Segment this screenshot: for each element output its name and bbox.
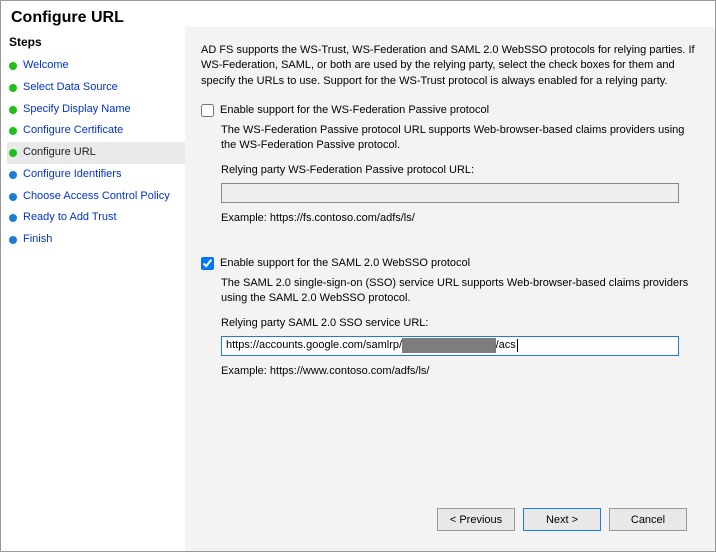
next-button[interactable]: Next > xyxy=(523,508,601,531)
dialog-body: Steps Welcome Select Data Source Specify D… xyxy=(1,27,715,551)
wsfed-checkbox-row: Enable support for the WS-Federation Pas… xyxy=(201,103,701,118)
saml-url-suffix: /acs xyxy=(496,338,516,353)
step-item[interactable]: Choose Access Control Policy xyxy=(7,186,185,208)
step-label: Finish xyxy=(23,233,52,247)
wsfed-field-label: Relying party WS-Federation Passive prot… xyxy=(221,163,701,178)
step-item[interactable]: Configure Identifiers xyxy=(7,164,185,186)
saml-url-input[interactable]: https://accounts.google.com/samlrp/█████… xyxy=(221,336,679,356)
content-panel: AD FS supports the WS-Trust, WS-Federati… xyxy=(185,27,715,551)
step-bullet-icon xyxy=(9,236,17,244)
step-bullet-icon xyxy=(9,62,17,70)
cancel-button[interactable]: Cancel xyxy=(609,508,687,531)
page-title: Configure URL xyxy=(1,1,715,27)
wsfed-checkbox-label[interactable]: Enable support for the WS-Federation Pas… xyxy=(220,103,489,118)
wsfed-description: The WS-Federation Passive protocol URL s… xyxy=(221,123,701,154)
sidebar-title: Steps xyxy=(7,31,185,55)
steps-list: Welcome Select Data Source Specify Display… xyxy=(7,55,185,251)
saml-checkbox-label[interactable]: Enable support for the SAML 2.0 WebSSO p… xyxy=(220,256,470,271)
step-label: Configure Certificate xyxy=(23,124,123,138)
saml-checkbox-row: Enable support for the SAML 2.0 WebSSO p… xyxy=(201,256,701,271)
step-bullet-icon xyxy=(9,84,17,92)
previous-button[interactable]: < Previous xyxy=(437,508,515,531)
step-label: Select Data Source xyxy=(23,81,118,95)
content-scroll: AD FS supports the WS-Trust, WS-Federati… xyxy=(201,43,701,498)
sidebar: Steps Welcome Select Data Source Specify D… xyxy=(1,27,185,551)
step-item[interactable]: Finish xyxy=(7,229,185,251)
saml-description: The SAML 2.0 single-sign-on (SSO) servic… xyxy=(221,276,701,307)
saml-url-redacted: ████████████ xyxy=(402,338,496,353)
button-row: < Previous Next > Cancel xyxy=(201,498,701,543)
text-caret xyxy=(517,339,518,352)
step-label: Configure Identifiers xyxy=(23,168,121,182)
wsfed-checkbox[interactable] xyxy=(201,104,214,117)
step-bullet-icon xyxy=(9,171,17,179)
step-bullet-icon xyxy=(9,106,17,114)
step-item[interactable]: Select Data Source xyxy=(7,77,185,99)
saml-url-prefix: https://accounts.google.com/samlrp/ xyxy=(226,338,402,353)
saml-checkbox[interactable] xyxy=(201,257,214,270)
step-bullet-icon xyxy=(9,193,17,201)
step-item[interactable]: Welcome xyxy=(7,55,185,77)
step-label: Choose Access Control Policy xyxy=(23,190,170,204)
saml-field-label: Relying party SAML 2.0 SSO service URL: xyxy=(221,316,701,331)
step-bullet-icon xyxy=(9,149,17,157)
step-bullet-icon xyxy=(9,127,17,135)
wsfed-url-input[interactable] xyxy=(221,183,679,203)
intro-text: AD FS supports the WS-Trust, WS-Federati… xyxy=(201,43,701,89)
step-item[interactable]: Configure URL xyxy=(7,142,185,164)
wsfed-example: Example: https://fs.contoso.com/adfs/ls/ xyxy=(221,211,701,226)
step-label: Welcome xyxy=(23,59,69,73)
step-bullet-icon xyxy=(9,214,17,222)
step-label: Specify Display Name xyxy=(23,103,131,117)
step-item[interactable]: Ready to Add Trust xyxy=(7,207,185,229)
step-label: Configure URL xyxy=(23,146,96,160)
saml-example: Example: https://www.contoso.com/adfs/ls… xyxy=(221,364,701,379)
step-label: Ready to Add Trust xyxy=(23,211,117,225)
step-item[interactable]: Specify Display Name xyxy=(7,99,185,121)
dialog: Configure URL Steps Welcome Select Data S… xyxy=(0,0,716,552)
step-item[interactable]: Configure Certificate xyxy=(7,120,185,142)
